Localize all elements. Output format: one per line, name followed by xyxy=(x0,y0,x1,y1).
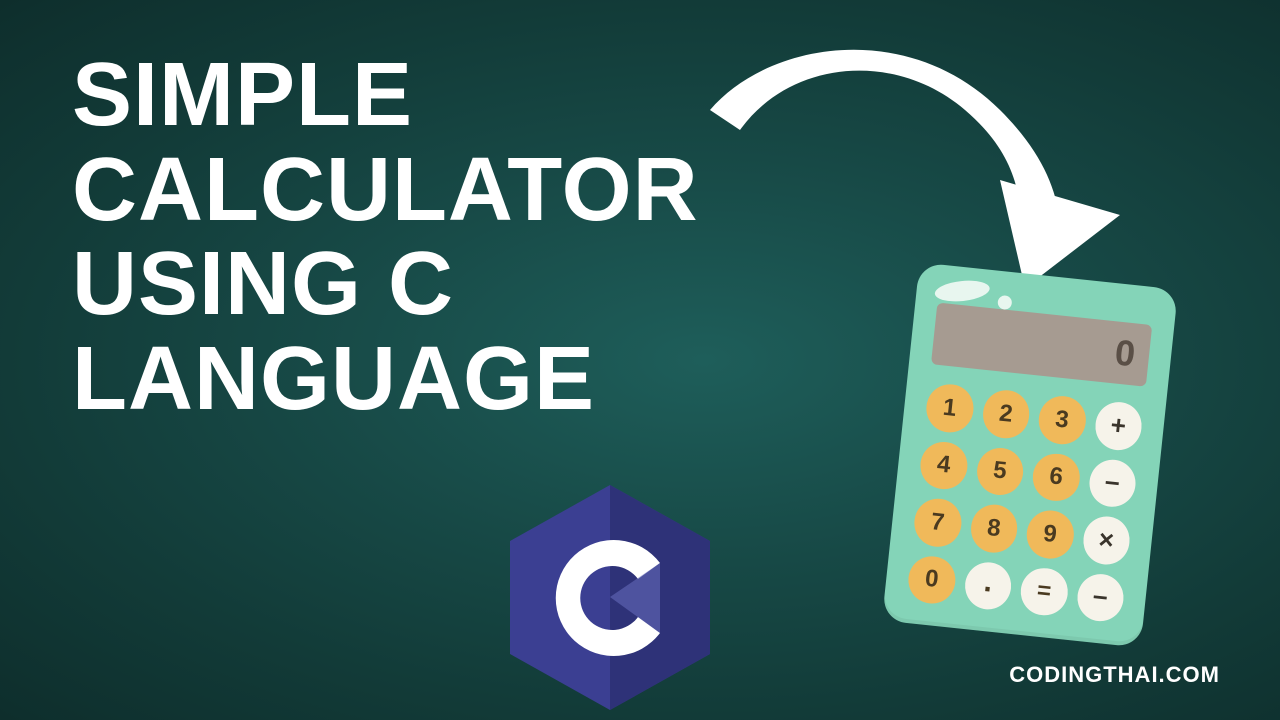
title-line-2: CALCULATOR xyxy=(72,143,699,238)
calc-key-9: 9 xyxy=(1024,508,1075,560)
page-title: SIMPLE CALCULATOR USING C LANGUAGE xyxy=(72,48,699,426)
calculator-keypad: 1 2 3 + 4 5 6 − 7 8 9 × 0 . = − xyxy=(906,382,1144,623)
calc-key-4: 4 xyxy=(918,439,969,491)
calculator-screen: 0 xyxy=(931,302,1152,386)
calculator-shine-dot xyxy=(997,295,1012,310)
calc-key-multiply: × xyxy=(1081,514,1132,566)
calculator-illustration: 0 1 2 3 + 4 5 6 − 7 8 9 × 0 . = − xyxy=(882,262,1178,647)
calc-key-2: 2 xyxy=(980,388,1031,440)
calc-key-3: 3 xyxy=(1036,394,1087,446)
calc-key-plus: + xyxy=(1093,400,1144,452)
calc-key-dot: . xyxy=(962,560,1013,612)
calc-key-equals: = xyxy=(1018,565,1069,617)
title-line-3: USING C xyxy=(72,237,699,332)
title-line-1: SIMPLE xyxy=(72,48,699,143)
calc-key-5: 5 xyxy=(974,445,1025,497)
calculator-body: 0 1 2 3 + 4 5 6 − 7 8 9 × 0 . = − xyxy=(882,262,1178,647)
calc-key-1: 1 xyxy=(924,382,975,434)
calculator-shine xyxy=(934,278,991,304)
calculator-display-value: 0 xyxy=(1113,331,1137,375)
curved-arrow-icon xyxy=(680,30,1120,290)
title-line-4: LANGUAGE xyxy=(72,332,699,427)
calc-key-6: 6 xyxy=(1030,451,1081,503)
calc-key-8: 8 xyxy=(968,502,1019,554)
website-label: CODINGTHAI.COM xyxy=(1009,662,1220,688)
calc-key-minus-2: − xyxy=(1075,571,1126,623)
calc-key-minus: − xyxy=(1087,457,1138,509)
c-language-logo-icon: C xyxy=(510,485,710,710)
calc-key-0: 0 xyxy=(906,554,957,606)
calc-key-7: 7 xyxy=(912,496,963,548)
